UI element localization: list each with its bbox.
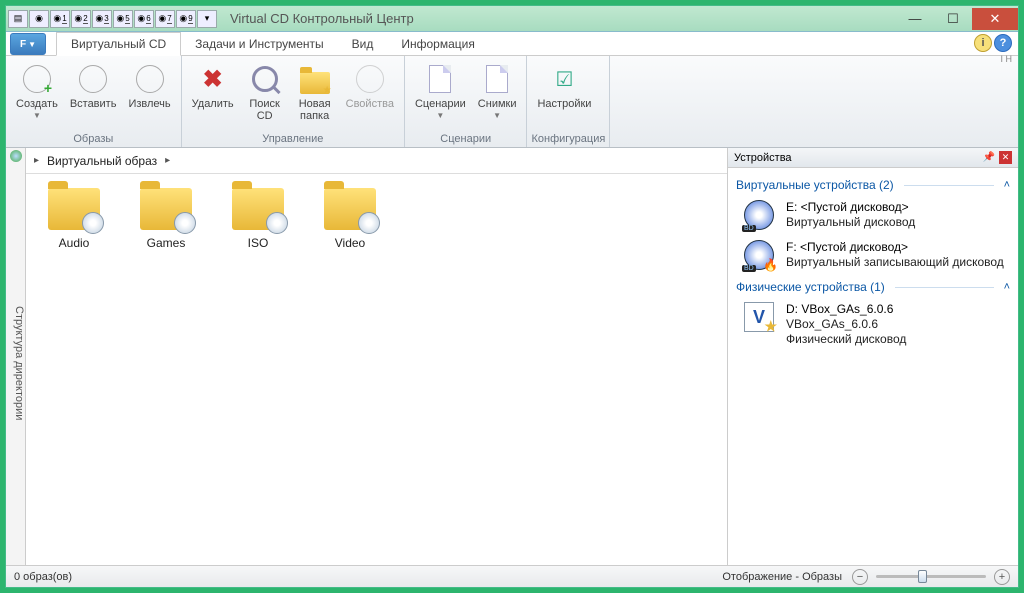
status-view-mode: Отображение - Образы bbox=[722, 571, 842, 583]
snapshots-button[interactable]: Снимки▼ bbox=[472, 58, 523, 131]
chevron-right-icon: ▸ bbox=[165, 155, 170, 166]
bluray-icon: BD bbox=[744, 200, 778, 230]
folder-item[interactable]: ISO bbox=[226, 188, 290, 250]
chevron-up-icon: ˄ bbox=[1004, 179, 1010, 191]
folder-icon bbox=[48, 188, 100, 230]
side-dot-icon bbox=[10, 150, 22, 162]
app-window: ▤ ◉ ◉1◉2◉3◉5◉6◉7◉9 ▾ Virtual CD Контроль… bbox=[5, 5, 1019, 588]
qa-cd-icon[interactable]: ◉ bbox=[29, 10, 49, 28]
virtual-drive-item[interactable]: BDE: <Пустой дисковод>Виртуальный дисков… bbox=[736, 196, 1010, 236]
devices-body: Виртуальные устройства (2)˄ BDE: <Пустой… bbox=[728, 168, 1018, 565]
qa-slot-7[interactable]: ◉7 bbox=[155, 10, 175, 28]
zoom-control: − + bbox=[852, 569, 1010, 585]
ribbon-mini-labels: I H bbox=[1000, 54, 1012, 64]
help-icon[interactable]: ? bbox=[994, 34, 1012, 52]
group-label-config: Конфигурация bbox=[531, 131, 605, 147]
disc-overlay-icon bbox=[82, 212, 104, 234]
devices-panel: Устройства 📌 ✕ Виртуальные устройства (2… bbox=[728, 148, 1018, 565]
tab-information[interactable]: Информация bbox=[387, 33, 488, 55]
folder-icon bbox=[140, 188, 192, 230]
tab-view[interactable]: Вид bbox=[338, 33, 388, 55]
zoom-in-button[interactable]: + bbox=[994, 569, 1010, 585]
physical-devices-group[interactable]: Физические устройства (1)˄ bbox=[736, 280, 1010, 294]
disc-overlay-icon bbox=[174, 212, 196, 234]
folder-item[interactable]: Audio bbox=[42, 188, 106, 250]
settings-button[interactable]: ☑Настройки bbox=[531, 58, 597, 131]
window-title: Virtual CD Контрольный Центр bbox=[230, 11, 414, 26]
group-label-images: Образы bbox=[10, 131, 177, 147]
qa-slot-1[interactable]: ◉1 bbox=[50, 10, 70, 28]
folder-label: Video bbox=[335, 236, 365, 250]
folder-icon bbox=[324, 188, 376, 230]
quick-access-toolbar: ▤ ◉ ◉1◉2◉3◉5◉6◉7◉9 ▾ bbox=[6, 10, 218, 28]
maximize-button[interactable]: ☐ bbox=[934, 8, 972, 30]
qa-slot-3[interactable]: ◉3 bbox=[92, 10, 112, 28]
breadcrumb[interactable]: ▸ Виртуальный образ ▸ bbox=[26, 148, 727, 174]
close-button[interactable]: ✕ bbox=[972, 8, 1018, 30]
devices-header: Устройства 📌 ✕ bbox=[728, 148, 1018, 168]
devices-title: Устройства bbox=[734, 152, 792, 164]
zoom-out-button[interactable]: − bbox=[852, 569, 868, 585]
qa-dropdown[interactable]: ▾ bbox=[197, 10, 217, 28]
ribbon-group-manage: ✖Удалить Поиск CD ★Новая папка Свойства … bbox=[182, 56, 405, 147]
ribbon-group-images: Создать▼ Вставить Извлечь Образы bbox=[6, 56, 182, 147]
folder-label: Games bbox=[147, 236, 186, 250]
disc-overlay-icon bbox=[358, 212, 380, 234]
scenarios-button[interactable]: Сценарии▼ bbox=[409, 58, 472, 131]
create-button[interactable]: Создать▼ bbox=[10, 58, 64, 131]
tab-virtual-cd[interactable]: Виртуальный CD bbox=[56, 32, 181, 56]
folder-icon bbox=[232, 188, 284, 230]
group-label-manage: Управление bbox=[186, 131, 400, 147]
qa-slot-2[interactable]: ◉2 bbox=[71, 10, 91, 28]
breadcrumb-root[interactable]: Виртуальный образ bbox=[47, 154, 157, 168]
minimize-button[interactable]: — bbox=[896, 8, 934, 30]
chevron-up-icon: ˄ bbox=[1004, 281, 1010, 293]
window-buttons: — ☐ ✕ bbox=[896, 8, 1018, 30]
folder-item[interactable]: Games bbox=[134, 188, 198, 250]
vbox-icon: V★ bbox=[744, 302, 778, 332]
pin-icon[interactable]: 📌 bbox=[983, 152, 995, 163]
ribbon: Создать▼ Вставить Извлечь Образы ✖Удалит… bbox=[6, 56, 1018, 148]
new-folder-button[interactable]: ★Новая папка bbox=[290, 58, 340, 131]
bluray-icon: BD🔥 bbox=[744, 240, 778, 270]
status-image-count: 0 образ(ов) bbox=[14, 571, 72, 583]
burn-icon: 🔥 bbox=[763, 258, 778, 272]
folder-view[interactable]: Audio Games ISO Video bbox=[26, 174, 727, 565]
qa-slot-6[interactable]: ◉6 bbox=[134, 10, 154, 28]
close-panel-button[interactable]: ✕ bbox=[999, 151, 1012, 164]
title-bar: ▤ ◉ ◉1◉2◉3◉5◉6◉7◉9 ▾ Virtual CD Контроль… bbox=[6, 6, 1018, 32]
qa-slot-9[interactable]: ◉9 bbox=[176, 10, 196, 28]
zoom-slider[interactable] bbox=[876, 575, 986, 578]
folder-item[interactable]: Video bbox=[318, 188, 382, 250]
qa-app-icon[interactable]: ▤ bbox=[8, 10, 28, 28]
zoom-thumb[interactable] bbox=[918, 570, 927, 583]
insert-button[interactable]: Вставить bbox=[64, 58, 123, 131]
tab-tasks-tools[interactable]: Задачи и Инструменты bbox=[181, 33, 337, 55]
delete-button[interactable]: ✖Удалить bbox=[186, 58, 240, 131]
folder-label: ISO bbox=[248, 236, 269, 250]
qa-slot-5[interactable]: ◉5 bbox=[113, 10, 133, 28]
virtual-devices-group[interactable]: Виртуальные устройства (2)˄ bbox=[736, 178, 1010, 192]
status-bar: 0 образ(ов) Отображение - Образы − + bbox=[6, 565, 1018, 587]
folder-label: Audio bbox=[59, 236, 90, 250]
ribbon-group-config: ☑Настройки Конфигурация bbox=[527, 56, 610, 147]
main-panel: ▸ Виртуальный образ ▸ Audio Games ISO Video bbox=[26, 148, 728, 565]
ribbon-tab-strip: F▼ Виртуальный CD Задачи и Инструменты В… bbox=[6, 32, 1018, 56]
info-icon[interactable]: i bbox=[974, 34, 992, 52]
physical-drive-item[interactable]: V★D: VBox_GAs_6.0.6VBox_GAs_6.0.6Физичес… bbox=[736, 298, 1010, 353]
search-cd-button[interactable]: Поиск CD bbox=[240, 58, 290, 131]
disc-overlay-icon bbox=[266, 212, 288, 234]
directory-structure-tab[interactable]: Структура директории bbox=[6, 148, 26, 565]
content-area: Структура директории ▸ Виртуальный образ… bbox=[6, 148, 1018, 565]
breadcrumb-back-icon: ▸ bbox=[34, 155, 39, 166]
group-label-scenarios: Сценарии bbox=[409, 131, 523, 147]
file-menu-button[interactable]: F▼ bbox=[10, 33, 46, 55]
properties-button[interactable]: Свойства bbox=[340, 58, 400, 131]
virtual-drive-item[interactable]: BD🔥F: <Пустой дисковод>Виртуальный запис… bbox=[736, 236, 1010, 276]
ribbon-group-scenarios: Сценарии▼ Снимки▼ Сценарии bbox=[405, 56, 528, 147]
eject-button[interactable]: Извлечь bbox=[122, 58, 176, 131]
